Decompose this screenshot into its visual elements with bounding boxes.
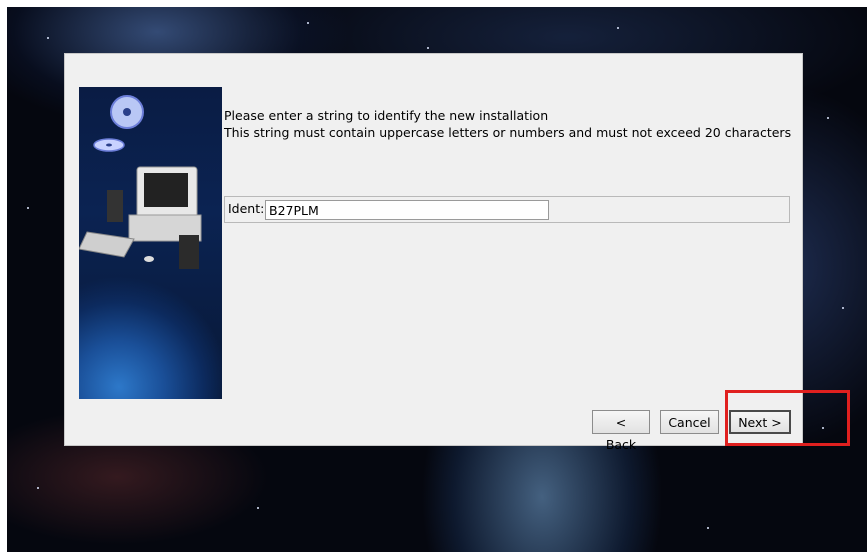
ident-label: Ident:	[228, 201, 265, 216]
cancel-button[interactable]: Cancel	[660, 410, 719, 434]
next-button-highlight	[725, 390, 850, 446]
installation-dialog: Please enter a string to identify the ne…	[64, 53, 803, 452]
instruction-text: Please enter a string to identify the ne…	[224, 107, 802, 141]
ident-field-group: Ident:	[224, 196, 790, 223]
instruction-line-1: Please enter a string to identify the ne…	[224, 108, 549, 123]
back-button[interactable]: < Back	[592, 410, 650, 452]
instruction-line-2: This string must contain uppercase lette…	[224, 125, 792, 140]
installer-side-image	[79, 87, 222, 399]
ident-input[interactable]	[265, 200, 549, 220]
